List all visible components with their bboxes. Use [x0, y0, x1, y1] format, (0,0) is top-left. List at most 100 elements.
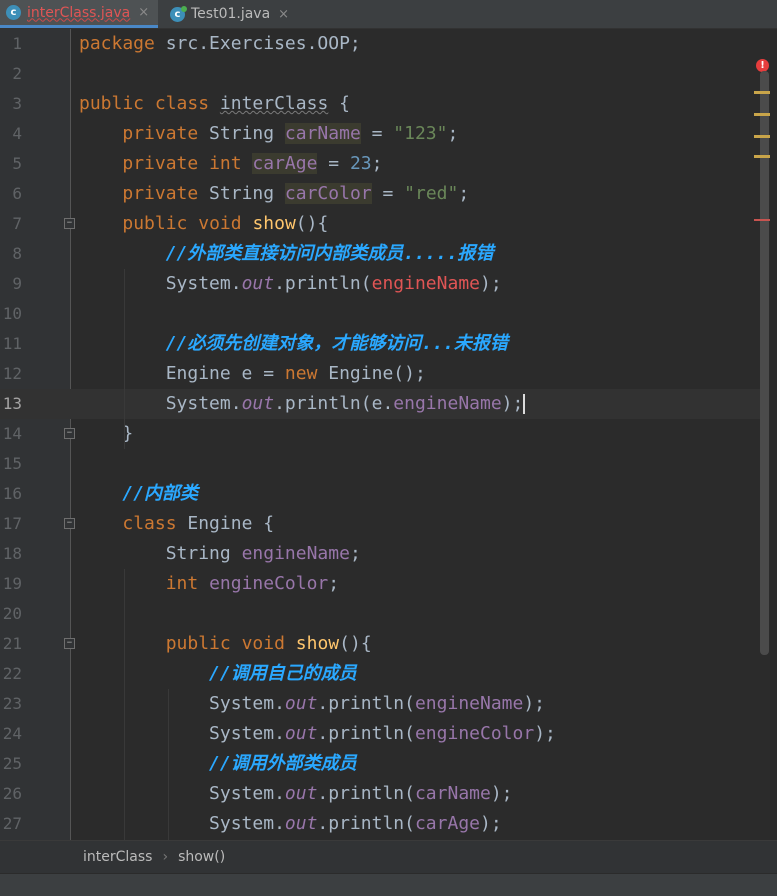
indent-guide	[124, 269, 125, 449]
line-number: 10	[2, 304, 22, 323]
line-number: 21	[2, 634, 22, 653]
code-line[interactable]: 2	[0, 59, 760, 89]
code-line[interactable]: 4 private String carName = "123";	[0, 119, 760, 149]
line-number: 23	[2, 694, 22, 713]
code-line[interactable]: 13 System.out.println(e.engineName);	[0, 389, 760, 419]
tab-label: interClass.java	[27, 4, 131, 21]
code-line[interactable]: 25 //调用外部类成员	[0, 749, 760, 779]
code-text: System.out.println(engineColor);	[79, 723, 556, 744]
class-icon: c	[170, 5, 187, 22]
code-line[interactable]: 10	[0, 299, 760, 329]
line-number: 18	[2, 544, 22, 563]
code-text: public class interClass {	[79, 93, 350, 114]
line-number: 6	[12, 184, 22, 203]
line-number: 14	[2, 424, 22, 443]
line-number: 8	[12, 244, 22, 263]
line-number: 5	[12, 154, 22, 173]
tab-test01[interactable]: c Test01.java ×	[164, 0, 302, 28]
breadcrumb: interClass › show()	[0, 840, 777, 873]
vertical-scrollbar[interactable]	[760, 71, 769, 655]
text-caret	[523, 394, 526, 414]
code-text: }	[79, 423, 134, 444]
line-number: 22	[2, 664, 22, 683]
code-text: System.out.println(carName);	[79, 783, 513, 804]
line-number: 9	[12, 274, 22, 293]
code-line[interactable]: 6 private String carColor = "red";	[0, 179, 760, 209]
code-text: String engineName;	[79, 543, 361, 564]
code-line[interactable]: 1 package src.Exercises.OOP;	[0, 29, 760, 59]
code-text: System.out.println(engineName);	[79, 693, 546, 714]
code-line[interactable]: 17 − class Engine {	[0, 509, 760, 539]
line-number: 16	[2, 484, 22, 503]
code-line[interactable]: 14 − }	[0, 419, 760, 449]
indent-guide	[124, 569, 125, 840]
code-text: public void show(){	[165, 633, 372, 654]
line-number: 24	[2, 724, 22, 743]
line-number: 13	[2, 394, 22, 413]
code-text: Engine e = new Engine();	[79, 363, 426, 384]
code-line[interactable]: 19 int engineColor;	[0, 569, 760, 599]
line-number: 12	[2, 364, 22, 383]
status-bar	[0, 873, 777, 896]
class-icon: c	[6, 5, 21, 20]
line-number: 4	[12, 124, 22, 143]
line-number: 11	[2, 334, 22, 353]
code-text: //调用自己的成员	[209, 663, 357, 684]
warning-stripe[interactable]	[754, 155, 770, 158]
code-text: System.out.println(e.engineName);	[79, 393, 526, 414]
code-text: System.out.println(carAge);	[79, 813, 502, 834]
code-text: private String carColor = "red";	[122, 183, 470, 204]
code-text: System.out.println(engineName);	[79, 273, 502, 294]
fold-toggle-icon[interactable]: −	[64, 638, 75, 649]
breadcrumb-class[interactable]: interClass	[83, 849, 152, 865]
code-text: private int carAge = 23;	[122, 153, 383, 174]
code-line[interactable]: 9 System.out.println(engineName);	[0, 269, 760, 299]
code-text: int engineColor;	[165, 573, 340, 594]
close-icon[interactable]: ×	[278, 7, 289, 22]
code-line[interactable]: 11 //必须先创建对象，才能够访问...未报错	[0, 329, 760, 359]
code-line[interactable]: 22 //调用自己的成员	[0, 659, 760, 689]
warning-stripe[interactable]	[754, 113, 770, 116]
warning-stripe[interactable]	[754, 135, 770, 138]
code-line[interactable]: 5 private int carAge = 23;	[0, 149, 760, 179]
code-line[interactable]: 18 String engineName;	[0, 539, 760, 569]
fold-toggle-icon[interactable]: −	[64, 428, 75, 439]
line-number: 2	[12, 64, 22, 83]
code-line[interactable]: 15	[0, 449, 760, 479]
fold-toggle-icon[interactable]: −	[64, 518, 75, 529]
line-number: 15	[2, 454, 22, 473]
code-line[interactable]: 20	[0, 599, 760, 629]
code-editor[interactable]: 1 package src.Exercises.OOP; 2 3 public clas…	[0, 29, 777, 840]
code-text: package src.Exercises.OOP;	[79, 33, 361, 54]
warning-stripe[interactable]	[754, 91, 770, 94]
line-number: 7	[12, 214, 22, 233]
code-line[interactable]: 26 System.out.println(carName);	[0, 779, 760, 809]
tab-label: Test01.java	[191, 6, 271, 22]
code-text: //必须先创建对象，才能够访问...未报错	[165, 333, 508, 354]
line-number: 1	[12, 34, 22, 53]
fold-toggle-icon[interactable]: −	[64, 218, 75, 229]
code-text: //调用外部类成员	[209, 753, 357, 774]
close-icon[interactable]: ×	[138, 5, 149, 20]
error-stripe[interactable]	[754, 219, 770, 221]
code-line[interactable]: 8 //外部类直接访问内部类成员.....报错	[0, 239, 760, 269]
code-text: private String carName = "123";	[122, 123, 459, 144]
code-line[interactable]: 16 //内部类	[0, 479, 760, 509]
code-line[interactable]: 7 − public void show(){	[0, 209, 760, 239]
editor-tab-bar: c interClass.java × c Test01.java ×	[0, 0, 777, 29]
code-line[interactable]: 24 System.out.println(engineColor);	[0, 719, 760, 749]
tab-interclass[interactable]: c interClass.java ×	[0, 0, 158, 28]
line-number: 20	[2, 604, 22, 623]
code-line[interactable]: 21 − public void show(){	[0, 629, 760, 659]
code-line[interactable]: 27 System.out.println(carAge);	[0, 809, 760, 839]
indent-guide	[168, 689, 169, 840]
line-number: 19	[2, 574, 22, 593]
code-line[interactable]: 3 public class interClass {	[0, 89, 760, 119]
line-number: 3	[12, 94, 22, 113]
code-text: //外部类直接访问内部类成员.....报错	[165, 243, 494, 264]
line-number: 26	[2, 784, 22, 803]
line-number: 17	[2, 514, 22, 533]
breadcrumb-method[interactable]: show()	[178, 849, 225, 865]
code-line[interactable]: 23 System.out.println(engineName);	[0, 689, 760, 719]
code-line[interactable]: 12 Engine e = new Engine();	[0, 359, 760, 389]
